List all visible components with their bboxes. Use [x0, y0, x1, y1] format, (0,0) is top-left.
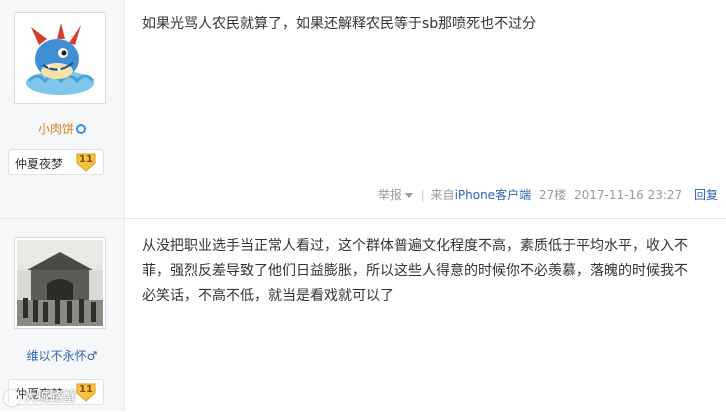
badge-level-icon: 11 — [75, 381, 97, 403]
post-content: 如果光骂人农民就算了，如果还解释农民等于sb那喷死也不过分 — [142, 16, 537, 32]
username-text[interactable]: 维以不永怀 — [27, 349, 87, 363]
post-timestamp: 2017-11-16 23:27 — [574, 188, 683, 202]
watermark-logo-icon — [4, 389, 20, 406]
reply-button[interactable]: 回复 — [694, 188, 718, 202]
member-spiral-icon — [76, 123, 86, 134]
avatar[interactable] — [14, 12, 106, 104]
badge-level-icon: 11 — [75, 151, 97, 173]
user-badge[interactable]: 仲夏夜梦 11 — [8, 149, 104, 175]
source-prefix: 来自 — [430, 188, 455, 202]
post-footer: 举报 | 来自iPhone客户端 27楼 2017-11-16 23:27 回复 — [374, 186, 718, 203]
post-content: 从没把职业选手当正常人看过，这个群体普遍文化程度不高，素质低于平均水平，收入不菲… — [142, 238, 688, 304]
post-27: 小肉饼 仲夏夜梦 11 如果光骂人农民就算了，如果还解释农民等于sb那喷死也不过… — [0, 0, 726, 218]
username[interactable]: 小肉饼 — [0, 120, 124, 137]
badge-level-number: 11 — [79, 384, 93, 395]
divider: | — [420, 188, 425, 202]
username-text[interactable]: 小肉饼 — [38, 122, 74, 136]
post-28: 维以不永怀♂ 仲夏夜梦 11 从没把职业选手当正常人看过，这个群体普遍文化程度不… — [0, 218, 726, 412]
username[interactable]: 维以不永怀♂ — [0, 347, 124, 364]
floor-number: 27楼 — [538, 188, 567, 202]
male-gender-icon: ♂ — [86, 349, 98, 363]
avatar[interactable] — [14, 237, 106, 329]
watermark-text: 大城路蟹 — [24, 390, 77, 405]
caret-down-icon[interactable] — [404, 193, 413, 198]
avatar-gate-image — [17, 240, 103, 326]
badge-level-number: 11 — [79, 154, 93, 165]
report-button[interactable]: 举报 — [378, 188, 402, 202]
source-link[interactable]: iPhone客户端 — [455, 188, 532, 202]
badge-name: 仲夏夜梦 — [15, 157, 64, 171]
watermark: 大城路蟹 — [4, 386, 76, 408]
avatar-pokemon-image — [17, 15, 103, 101]
